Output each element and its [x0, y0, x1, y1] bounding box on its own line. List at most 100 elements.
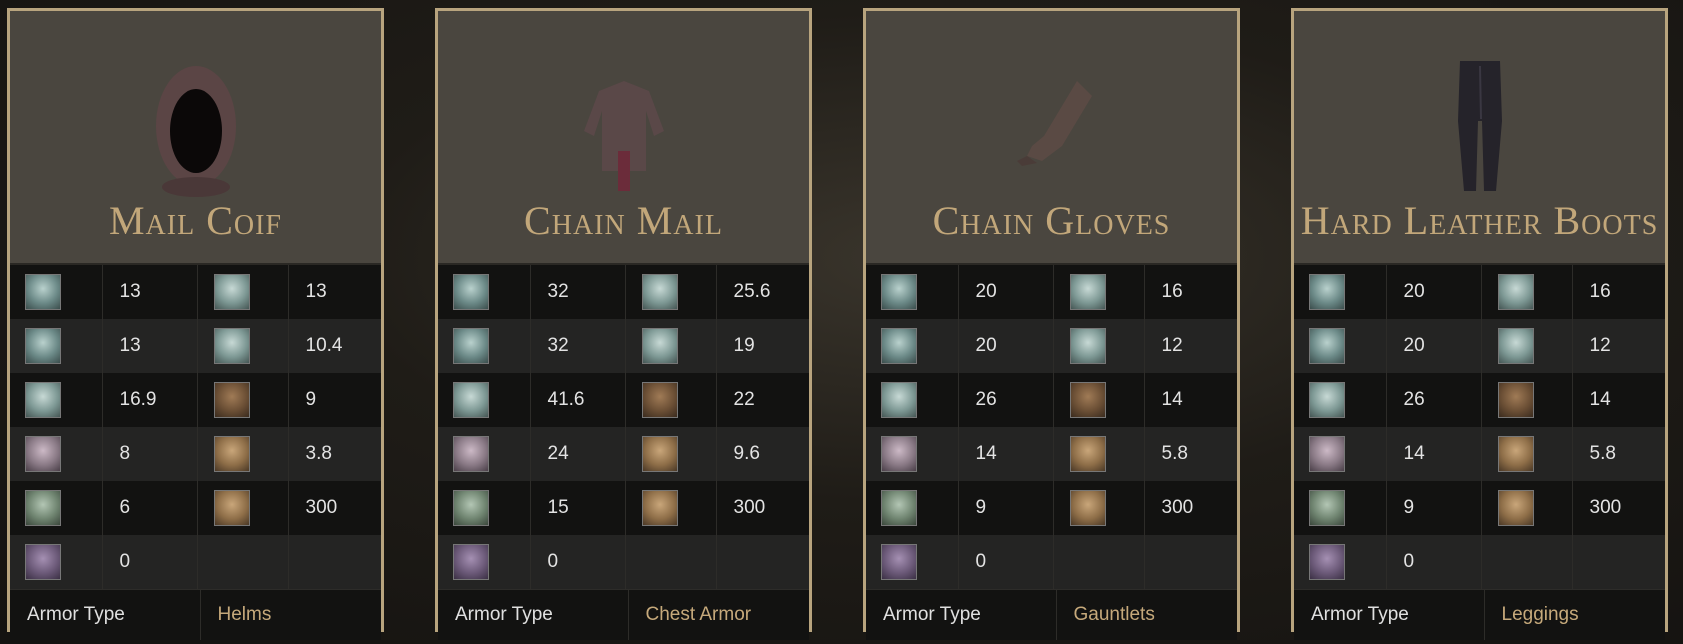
arcane-icon — [1309, 544, 1345, 580]
stat-value — [1143, 535, 1237, 589]
stat-value — [287, 535, 381, 589]
stats-table: 20 16 20 12 26 14 14 5.8 9 300 0 — [866, 265, 1237, 589]
arcane-icon — [453, 544, 489, 580]
armor-type-label: Armor Type — [866, 589, 1056, 640]
stat-value: 9 — [957, 481, 1053, 535]
blood-icon — [25, 436, 61, 472]
item-title: Mail Coif — [108, 198, 282, 243]
armor-type-value[interactable]: Leggings — [1483, 589, 1665, 640]
poison-skull-icon — [881, 490, 917, 526]
stat-value: 13 — [101, 319, 197, 373]
stat-value: 12 — [1143, 319, 1237, 373]
durability-hammer-icon — [1497, 490, 1534, 526]
stat-value: 26 — [957, 373, 1053, 427]
stat-value: 0 — [101, 535, 197, 589]
blood-icon — [1309, 436, 1345, 472]
blood-icon — [453, 436, 489, 472]
weight-icon — [1069, 436, 1106, 472]
stat-value: 0 — [957, 535, 1053, 589]
armor-type-label: Armor Type — [10, 589, 200, 640]
stat-value — [715, 535, 809, 589]
armor-type-row: Armor Type Leggings — [1294, 589, 1665, 640]
stat-value: 9 — [1385, 481, 1481, 535]
stat-value — [1571, 535, 1665, 589]
stat-value: 300 — [715, 481, 809, 535]
blood-icon — [881, 436, 917, 472]
stat-value: 300 — [1143, 481, 1237, 535]
poison-skull-icon — [25, 490, 61, 526]
card-header: Chain Gloves — [866, 11, 1237, 265]
armor-type-label: Armor Type — [1294, 589, 1484, 640]
physical-armor-icon — [1309, 274, 1345, 310]
blunt-icon — [25, 328, 61, 364]
magic-icon — [213, 328, 250, 364]
item-title: Chain Gloves — [932, 198, 1171, 243]
fire-icon — [1497, 382, 1534, 418]
weight-icon — [641, 436, 678, 472]
poison-skull-icon — [453, 490, 489, 526]
stat-value: 26 — [1385, 373, 1481, 427]
pierce-icon — [1069, 274, 1106, 310]
card-header: Chain Mail — [438, 11, 809, 265]
pierce-icon — [1497, 274, 1534, 310]
arcane-icon — [25, 544, 61, 580]
stat-value: 20 — [957, 319, 1053, 373]
slash-icon — [881, 382, 917, 418]
stat-value: 20 — [1385, 319, 1481, 373]
item-card[interactable]: Hard Leather Boots 20 16 20 12 26 14 14 … — [1291, 8, 1668, 640]
fire-icon — [641, 382, 678, 418]
stat-value: 20 — [1385, 265, 1481, 319]
stat-value: 19 — [715, 319, 809, 373]
weight-icon — [1497, 436, 1534, 472]
item-card[interactable]: Chain Gloves 20 16 20 12 26 14 14 5.8 9 … — [863, 8, 1240, 640]
stats-table: 32 25.6 32 19 41.6 22 24 9.6 15 300 0 — [438, 265, 809, 589]
card-header: Mail Coif — [10, 11, 381, 265]
stat-value: 15 — [529, 481, 625, 535]
chain-gloves-icon — [1016, 81, 1092, 166]
stat-value: 22 — [715, 373, 809, 427]
armor-type-value[interactable]: Helms — [199, 589, 381, 640]
physical-armor-icon — [25, 274, 61, 310]
stat-value: 12 — [1571, 319, 1665, 373]
fire-icon — [1069, 382, 1106, 418]
armor-type-row: Armor Type Helms — [10, 589, 381, 640]
stat-value: 16.9 — [101, 373, 197, 427]
stat-value: 300 — [287, 481, 381, 535]
mail-coif-icon — [155, 66, 236, 197]
leather-boots-icon — [1457, 61, 1502, 191]
stat-value: 16 — [1143, 265, 1237, 319]
stat-value: 5.8 — [1143, 427, 1237, 481]
magic-icon — [1069, 328, 1106, 364]
stat-value: 9.6 — [715, 427, 809, 481]
stat-value: 9 — [287, 373, 381, 427]
durability-hammer-icon — [1069, 490, 1106, 526]
durability-hammer-icon — [641, 490, 678, 526]
chain-mail-icon — [583, 81, 664, 191]
armor-type-value[interactable]: Gauntlets — [1055, 589, 1237, 640]
stat-value: 20 — [957, 265, 1053, 319]
pierce-icon — [213, 274, 250, 310]
stat-value: 5.8 — [1571, 427, 1665, 481]
stat-value: 14 — [957, 427, 1053, 481]
armor-type-value[interactable]: Chest Armor — [627, 589, 809, 640]
blunt-icon — [1309, 328, 1345, 364]
stats-table: 20 16 20 12 26 14 14 5.8 9 300 0 — [1294, 265, 1665, 589]
item-title: Chain Mail — [524, 198, 723, 243]
weight-icon — [213, 436, 250, 472]
stat-value: 13 — [287, 265, 381, 319]
item-card[interactable]: Mail Coif 13 13 13 10.4 16.9 9 8 3.8 6 3… — [7, 8, 384, 640]
pierce-icon — [641, 274, 678, 310]
poison-skull-icon — [1309, 490, 1345, 526]
stat-value: 0 — [529, 535, 625, 589]
magic-icon — [1497, 328, 1534, 364]
slash-icon — [25, 382, 61, 418]
stat-value: 14 — [1143, 373, 1237, 427]
durability-hammer-icon — [213, 490, 250, 526]
stat-value: 0 — [1385, 535, 1481, 589]
slash-icon — [453, 382, 489, 418]
blunt-icon — [881, 328, 917, 364]
stat-value: 16 — [1571, 265, 1665, 319]
item-title: Hard Leather Boots — [1300, 198, 1659, 243]
stat-value: 41.6 — [529, 373, 625, 427]
item-card[interactable]: Chain Mail 32 25.6 32 19 41.6 22 24 9.6 — [435, 8, 812, 640]
